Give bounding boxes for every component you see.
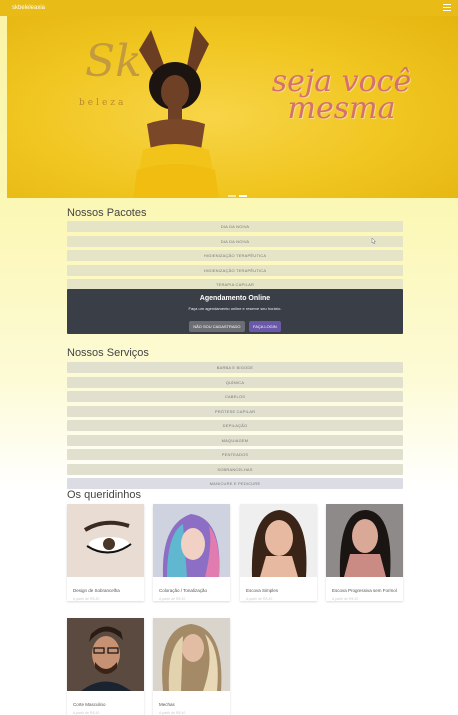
card-price: A partir de R$ 40 xyxy=(73,710,100,715)
hero-banner: Sk beleza seja você mesma xyxy=(7,16,458,198)
services-list: BARBA E BIGODE QUÍMICA CABELOS PRÓTESE CAPI… xyxy=(67,362,403,493)
packages-list: DIA DA NOIVA DIA DA NOIVA HIGIENIZAÇÃO TER… xyxy=(67,221,403,294)
card-price: A partir de R$ 40 xyxy=(246,596,273,601)
hamburger-menu-icon[interactable] xyxy=(443,4,451,11)
favorite-card[interactable]: Coloração / Tonalização A partir de R$ 4… xyxy=(153,504,230,601)
package-item[interactable]: HIGIENIZAÇÃO TERAPÊUTICA xyxy=(67,250,403,261)
package-item[interactable]: HIGIENIZAÇÃO TERAPÊUTICA xyxy=(67,264,403,276)
mens-haircut-photo xyxy=(67,618,144,691)
hair-coloring-photo xyxy=(153,504,230,577)
service-item[interactable]: QUÍMICA xyxy=(67,376,403,388)
packages-title: Nossos Pacotes xyxy=(67,207,147,219)
highlights-photo xyxy=(153,618,230,691)
card-name: Escova Progressiva sem Formol xyxy=(332,588,397,593)
card-price: A partir de R$ 40 xyxy=(73,596,100,601)
favorite-card[interactable]: Corte Masculino A partir de R$ 40 xyxy=(67,618,144,715)
card-name: Coloração / Tonalização xyxy=(159,588,207,593)
service-item[interactable]: PENTEADOS xyxy=(67,449,403,460)
card-price: A partir de R$ 40 xyxy=(159,710,186,715)
progressive-brush-photo xyxy=(326,504,403,577)
carousel-indicators xyxy=(228,187,250,198)
top-navbar: skbeleleaxia xyxy=(0,0,458,16)
service-item[interactable]: CABELOS xyxy=(67,391,403,402)
card-name: Corte Masculino xyxy=(73,702,106,707)
package-item[interactable]: DIA DA NOIVA xyxy=(67,235,403,247)
booking-text: Faça um agendamento online e reserve seu… xyxy=(188,306,282,311)
brand-name[interactable]: skbeleleaxia xyxy=(12,5,45,11)
service-item[interactable]: DEPILAÇÃO xyxy=(67,420,403,431)
favorite-card[interactable]: Mechas A partir de R$ 40 xyxy=(153,618,230,715)
eyebrow-design-photo xyxy=(67,504,144,577)
simple-blowout-photo xyxy=(240,504,317,577)
service-item[interactable]: BARBA E BIGODE xyxy=(67,362,403,373)
service-item[interactable]: MANICURE E PEDICURE xyxy=(67,478,403,489)
booking-title: Agendamento Online xyxy=(199,295,271,302)
service-item[interactable]: PRÓTESE CAPILAR xyxy=(67,405,403,417)
online-booking-panel: Agendamento Online Faça um agendamento o… xyxy=(67,289,403,334)
mouse-cursor-icon xyxy=(371,238,376,244)
favorites-title: Os queridinhos xyxy=(67,489,141,501)
carousel-dot[interactable] xyxy=(228,195,236,197)
favorite-card[interactable]: Escova Simples A partir de R$ 40 xyxy=(240,504,317,601)
favorite-card[interactable]: Design de Sobrancelha A partir de R$ 40 xyxy=(67,504,144,601)
favorite-card[interactable]: Escova Progressiva sem Formol A partir d… xyxy=(326,504,403,601)
login-button[interactable]: FAÇA LOGIN xyxy=(249,321,281,332)
service-item[interactable]: MAQUIAGEM xyxy=(67,434,403,446)
package-item[interactable]: DIA DA NOIVA xyxy=(67,221,403,232)
card-name: Design de Sobrancelha xyxy=(73,588,120,593)
card-price: A partir de R$ 40 xyxy=(332,596,359,601)
card-name: Mechas xyxy=(159,702,175,707)
card-name: Escova Simples xyxy=(246,588,279,593)
not-registered-button[interactable]: NÃO SOU CADASTRADO xyxy=(189,321,245,332)
card-price: A partir de R$ 40 xyxy=(159,596,186,601)
carousel-dot-active[interactable] xyxy=(239,195,247,197)
service-item[interactable]: SOBRANCELHAS xyxy=(67,463,403,475)
model-photo xyxy=(133,26,219,198)
services-title: Nossos Serviços xyxy=(67,347,149,359)
slogan: seja você mesma xyxy=(271,64,412,126)
